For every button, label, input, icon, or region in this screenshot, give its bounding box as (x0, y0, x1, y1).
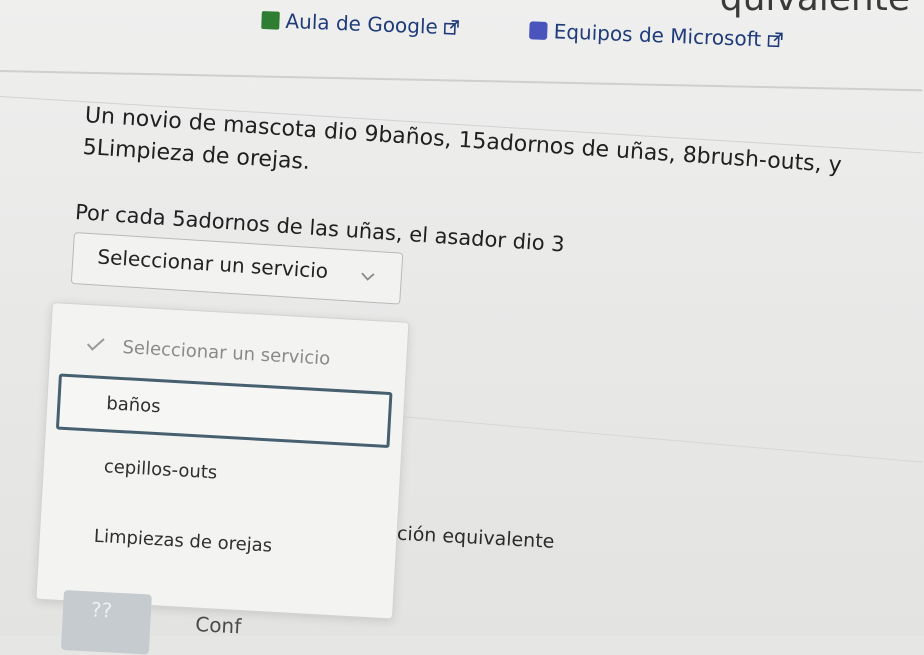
dropdown-option-label: cepillos-outs (103, 456, 218, 484)
dropdown-option-placeholder[interactable]: Seleccionar un servicio (50, 333, 407, 374)
dropdown-option-label: Limpiezas de orejas (93, 525, 273, 557)
question-text: Un novio de mascota dio 9baños, 15adorno… (82, 100, 904, 218)
service-dropdown-menu: Seleccionar un servicio baños cepillos-o… (35, 302, 410, 620)
partial-bottom-label: Conf (194, 612, 242, 639)
chevron-down-icon (361, 272, 375, 281)
dropdown-option-label: Seleccionar un servicio (121, 337, 331, 370)
dropdown-option-cepillos[interactable]: cepillos-outs (43, 453, 400, 494)
microsoft-teams-icon (529, 21, 549, 40)
service-select-value: Seleccionar un servicio (96, 244, 329, 284)
background-rule (399, 416, 923, 463)
checkmark-icon (86, 338, 105, 351)
dropdown-option-limpiezas[interactable]: Limpiezas de orejas (39, 523, 396, 564)
screen-background: quivalente Aula de Google Equipos de Mic… (0, 0, 924, 655)
answer-button-label: ?? (90, 597, 113, 623)
google-classroom-icon (261, 10, 280, 30)
external-link-icon (767, 32, 783, 48)
dropdown-option-banos[interactable]: baños (55, 373, 393, 449)
partial-title: quivalente (720, 0, 910, 19)
answer-button[interactable]: ?? (60, 590, 152, 655)
dropdown-option-label: baños (105, 393, 162, 418)
service-select[interactable]: Seleccionar un servicio (70, 232, 404, 305)
external-link-icon (444, 20, 460, 35)
partial-label-behind-dropdown: ación equivalente (384, 522, 555, 553)
